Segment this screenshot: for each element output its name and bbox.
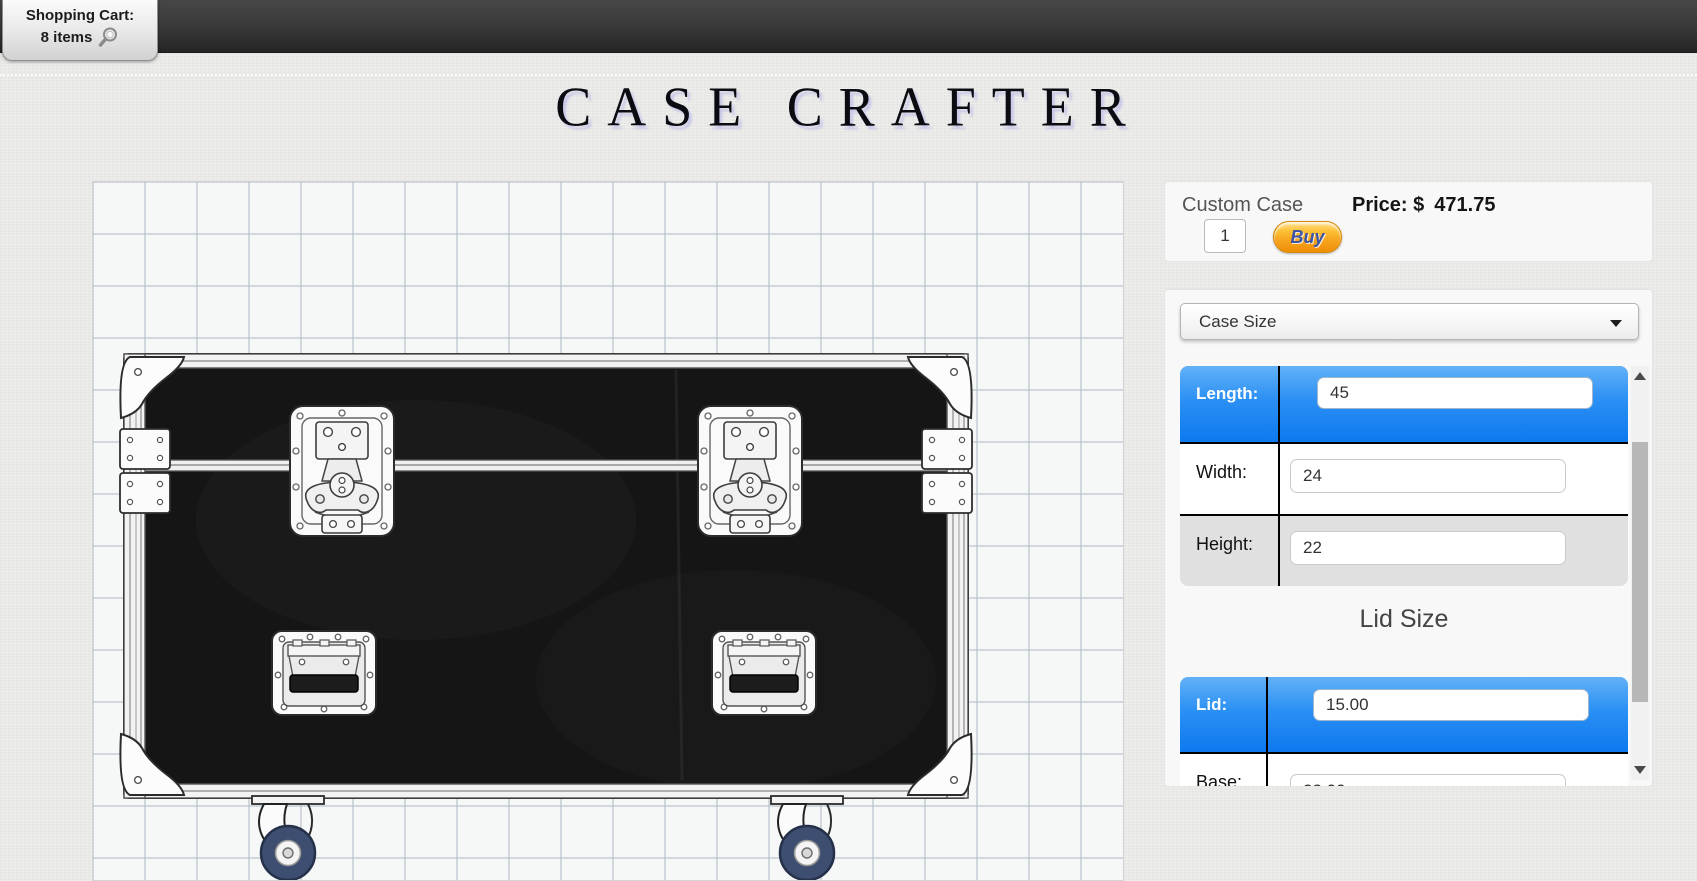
size-table: Length: Width: Height: bbox=[1180, 366, 1628, 586]
lid-size-heading: Lid Size bbox=[1180, 605, 1628, 634]
page-title: CASE CRAFTER bbox=[0, 75, 1697, 139]
triangle-up-icon bbox=[1634, 372, 1646, 380]
table-row-width: Width: bbox=[1180, 442, 1628, 514]
price-label: Price: $ bbox=[1352, 194, 1424, 216]
case-latch-left bbox=[290, 406, 394, 536]
price-value: 471.75 bbox=[1434, 194, 1495, 216]
case-size-dropdown[interactable]: Case Size bbox=[1180, 303, 1639, 340]
buy-panel: Custom Case Price: $ 471.75 Buy bbox=[1164, 181, 1653, 262]
base-input[interactable] bbox=[1290, 774, 1566, 787]
case-latch-right bbox=[698, 406, 802, 536]
scrollbar-thumb[interactable] bbox=[1632, 442, 1648, 702]
table-row-lid: Lid: bbox=[1180, 677, 1628, 752]
table-row-height: Height: bbox=[1180, 514, 1628, 586]
case-handle-left bbox=[272, 631, 376, 715]
scrollbar-track[interactable] bbox=[1631, 366, 1649, 780]
scrollbar-down-button[interactable] bbox=[1631, 760, 1649, 780]
buy-button[interactable]: Buy bbox=[1273, 221, 1342, 253]
case-config-panel: Case Size Length: Width: Height: Lid Siz… bbox=[1164, 289, 1653, 787]
case-preview bbox=[116, 350, 976, 881]
height-label: Height: bbox=[1180, 516, 1280, 586]
base-label: Base: bbox=[1180, 754, 1268, 787]
scrollbar-up-button[interactable] bbox=[1631, 366, 1649, 386]
product-name: Custom Case bbox=[1182, 194, 1303, 217]
case-caster-left bbox=[252, 796, 324, 880]
case-size-dropdown-label: Case Size bbox=[1199, 312, 1276, 332]
lid-table: Lid: Base: bbox=[1180, 677, 1628, 787]
height-input[interactable] bbox=[1290, 531, 1566, 565]
chevron-down-icon bbox=[1610, 320, 1622, 327]
triangle-down-icon bbox=[1634, 766, 1646, 774]
lid-input[interactable] bbox=[1313, 689, 1589, 721]
top-navigation-bar bbox=[0, 0, 1697, 53]
lid-label: Lid: bbox=[1180, 677, 1268, 752]
case-caster-right bbox=[771, 796, 843, 880]
shopping-cart-tab[interactable]: Shopping Cart: 8 items bbox=[2, 0, 158, 61]
length-input[interactable] bbox=[1317, 377, 1593, 409]
table-row-base: Base: bbox=[1180, 752, 1628, 787]
case-handle-right bbox=[712, 631, 816, 715]
cart-label: Shopping Cart: bbox=[3, 7, 157, 24]
width-input[interactable] bbox=[1290, 459, 1566, 493]
design-grid-canvas bbox=[92, 181, 1124, 881]
length-label: Length: bbox=[1180, 366, 1280, 442]
magnifier-icon bbox=[97, 26, 119, 48]
quantity-input[interactable] bbox=[1204, 219, 1246, 253]
page: Shopping Cart: 8 items CASE CRAFTER bbox=[0, 0, 1697, 881]
cart-count: 8 items bbox=[41, 29, 93, 46]
table-row-length: Length: bbox=[1180, 366, 1628, 442]
width-label: Width: bbox=[1180, 444, 1280, 514]
price-display: Price: $ 471.75 bbox=[1352, 194, 1505, 217]
